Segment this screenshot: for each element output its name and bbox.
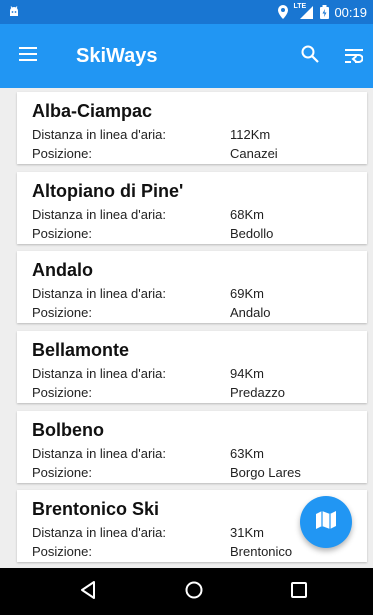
position-value: Bedollo xyxy=(230,226,274,241)
status-bar: LTE 00:19 xyxy=(0,0,373,24)
android-notification-icon xyxy=(8,5,20,17)
distance-value: 68Km xyxy=(230,207,264,222)
distance-label: Distanza in linea d'aria: xyxy=(32,366,166,381)
system-nav-bar xyxy=(0,568,373,615)
position-label: Posizione: xyxy=(32,305,92,320)
position-label: Posizione: xyxy=(32,146,92,161)
resort-list[interactable]: Alba-Ciampac Distanza in linea d'aria: 1… xyxy=(0,88,373,568)
resort-card[interactable]: Altopiano di Pine' Distanza in linea d'a… xyxy=(17,172,367,244)
resort-name: Alba-Ciampac xyxy=(32,101,153,121)
location-icon xyxy=(278,5,289,19)
distance-label: Distanza in linea d'aria: xyxy=(32,286,166,301)
position-label: Posizione: xyxy=(32,385,92,400)
app-bar: SkiWays xyxy=(0,24,373,88)
home-circle-icon xyxy=(185,581,203,604)
distance-label: Distanza in linea d'aria: xyxy=(32,207,166,222)
resort-card[interactable]: Bolbeno Distanza in linea d'aria: 63Km P… xyxy=(17,411,367,483)
sort-icon xyxy=(345,48,364,68)
resort-name: Andalo xyxy=(32,260,93,280)
resort-card[interactable]: Andalo Distanza in linea d'aria: 69Km Po… xyxy=(17,251,367,323)
back-triangle-icon xyxy=(80,580,96,604)
hamburger-menu-icon xyxy=(19,46,37,66)
position-value: Borgo Lares xyxy=(230,465,301,480)
battery-icon xyxy=(320,5,330,19)
position-value: Canazei xyxy=(230,146,278,161)
clock: 00:19 xyxy=(334,4,367,20)
position-value: Andalo xyxy=(230,305,271,320)
search-icon xyxy=(301,45,319,68)
menu-button[interactable] xyxy=(14,42,42,70)
distance-value: 31Km xyxy=(230,525,264,540)
resort-name: Bolbeno xyxy=(32,420,104,440)
position-label: Posizione: xyxy=(32,544,92,559)
distance-label: Distanza in linea d'aria: xyxy=(32,525,166,540)
resort-name: Bellamonte xyxy=(32,340,130,360)
resort-card[interactable]: Alba-Ciampac Distanza in linea d'aria: 1… xyxy=(17,92,367,164)
position-value: Brentonico xyxy=(230,544,293,559)
home-button[interactable] xyxy=(182,580,206,604)
signal-icon: LTE xyxy=(293,3,315,20)
position-label: Posizione: xyxy=(32,226,92,241)
network-type-label: LTE xyxy=(293,3,307,10)
recents-square-icon xyxy=(291,581,307,603)
search-button[interactable] xyxy=(296,42,324,70)
resort-card[interactable]: Bellamonte Distanza in linea d'aria: 94K… xyxy=(17,331,367,403)
distance-value: 94Km xyxy=(230,366,264,381)
recents-button[interactable] xyxy=(287,580,311,604)
map-icon xyxy=(316,510,336,534)
distance-label: Distanza in linea d'aria: xyxy=(32,446,166,461)
resort-name: Altopiano di Pine' xyxy=(32,181,184,201)
distance-value: 112Km xyxy=(230,127,271,142)
position-label: Posizione: xyxy=(32,465,92,480)
position-value: Predazzo xyxy=(230,385,285,400)
distance-value: 63Km xyxy=(230,446,264,461)
resort-name: Brentonico Ski xyxy=(32,499,160,519)
back-button[interactable] xyxy=(76,580,100,604)
distance-label: Distanza in linea d'aria: xyxy=(32,127,166,142)
map-fab-button[interactable] xyxy=(300,496,352,548)
app-title: SkiWays xyxy=(76,45,158,67)
sort-button[interactable] xyxy=(340,44,368,72)
distance-value: 69Km xyxy=(230,286,264,301)
